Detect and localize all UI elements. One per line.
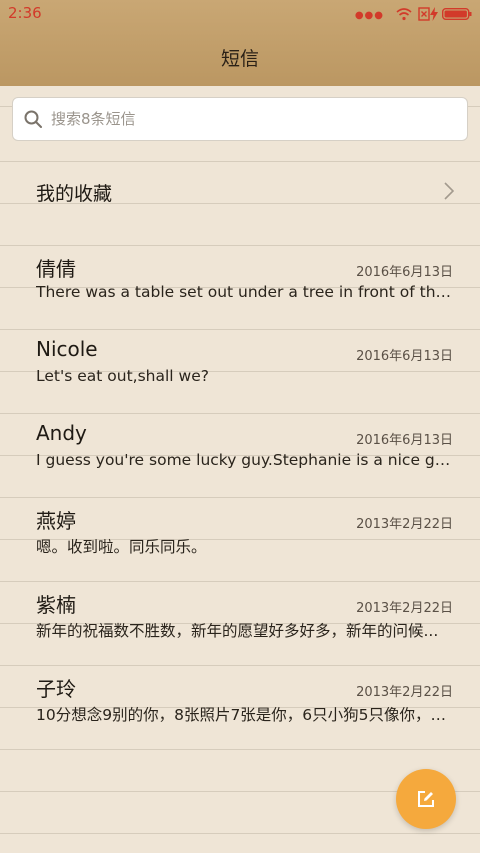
more-dots-icon: ●●● (354, 10, 384, 21)
conversation-item[interactable]: Nicole 2016年6月13日 Let's eat out,shall we… (0, 337, 480, 417)
contact-name: 燕婷 (36, 509, 76, 533)
no-sim-icon (418, 6, 430, 25)
message-preview: 新年的祝福数不胜数，新年的愿望好多好多，新年的问候... (36, 622, 439, 640)
compose-button[interactable] (396, 769, 456, 829)
message-preview: Let's eat out,shall we? (36, 367, 209, 385)
message-preview: I guess you're some lucky guy.Stephanie … (36, 451, 454, 469)
contact-name: 紫楠 (36, 593, 76, 617)
contact-name: Nicole (36, 337, 98, 361)
message-preview: There was a table set out under a tree i… (36, 283, 454, 301)
message-preview: 10分想念9别的你，8张照片7张是你，6只小狗5只像你，4... (36, 706, 454, 724)
contact-name: 倩倩 (36, 257, 76, 281)
conversation-item[interactable]: 倩倩 2016年6月13日 There was a table set out … (0, 253, 480, 333)
contact-name: 子玲 (36, 677, 76, 701)
battery-icon (441, 6, 472, 25)
favorites-label: 我的收藏 (36, 183, 113, 205)
chevron-right-icon (444, 182, 455, 204)
message-date: 2013年2月22日 (356, 601, 453, 616)
message-date: 2013年2月22日 (356, 685, 453, 700)
status-time: 2:36 (8, 4, 42, 22)
message-preview: 嗯。收到啦。同乐同乐。 (36, 538, 207, 556)
conversation-item[interactable]: 紫楠 2013年2月22日 新年的祝福数不胜数，新年的愿望好多好多，新年的问候.… (0, 589, 480, 669)
app-header: 2:36 ●●● 短信 (0, 0, 480, 86)
wifi-icon (396, 6, 412, 25)
favorites-row[interactable]: 我的收藏 (0, 166, 480, 216)
message-date: 2016年6月13日 (356, 349, 453, 364)
conversation-item[interactable]: 燕婷 2013年2月22日 嗯。收到啦。同乐同乐。 (0, 505, 480, 585)
search-input[interactable] (51, 98, 451, 140)
conversation-item[interactable]: 子玲 2013年2月22日 10分想念9别的你，8张照片7张是你，6只小狗5只像… (0, 673, 480, 753)
search-icon (23, 109, 43, 133)
page-title: 短信 (220, 48, 259, 70)
compose-icon (418, 791, 434, 807)
status-bar: 2:36 ●●● (0, 0, 480, 28)
contact-name: Andy (36, 421, 87, 445)
message-date: 2016年6月13日 (356, 433, 453, 448)
search-box[interactable] (12, 97, 468, 141)
charging-bolt-icon (430, 6, 438, 25)
message-date: 2016年6月13日 (356, 265, 453, 280)
conversation-item[interactable]: Andy 2016年6月13日 I guess you're some luck… (0, 421, 480, 501)
message-date: 2013年2月22日 (356, 517, 453, 532)
